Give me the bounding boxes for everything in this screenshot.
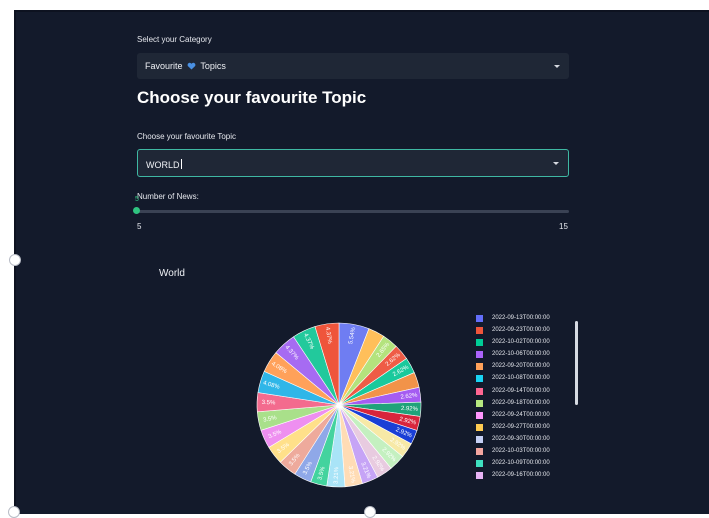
legend-item[interactable]: 2022-09-24T00:00:00: [476, 410, 586, 422]
legend-label: 2022-10-09T00:00:00: [492, 460, 550, 467]
pie-slice-label-7: 2.92%: [401, 406, 419, 413]
chart-legend: 2022-09-13T00:00:00 2022-09-23T00:00:00 20…: [476, 313, 586, 482]
legend-label: 2022-09-16T00:00:00: [492, 472, 550, 479]
legend-swatch: [476, 460, 483, 468]
legend-swatch: [476, 339, 483, 347]
legend-swatch: [476, 423, 483, 431]
legend-item[interactable]: 2022-10-03T00:00:00: [476, 446, 586, 458]
legend-swatch: [476, 411, 483, 419]
legend-item[interactable]: 2022-09-27T00:00:00: [476, 422, 586, 434]
legend-label: 2022-09-20T00:00:00: [492, 363, 550, 370]
legend-swatch: [476, 472, 483, 480]
legend-item[interactable]: 2022-09-16T00:00:00: [476, 470, 586, 482]
legend-label: 2022-10-06T00:00:00: [492, 351, 550, 358]
legend-label: 2022-09-27T00:00:00: [492, 423, 550, 430]
legend-item[interactable]: 2022-09-13T00:00:00: [476, 313, 586, 325]
legend-label: 2022-10-03T00:00:00: [492, 448, 550, 455]
pie-chart: 5.54%2.65%2.62%2.62%2.62%2.92%2.92%2.92%…: [256, 322, 422, 488]
legend-swatch: [476, 435, 483, 443]
legend-swatch: [476, 387, 483, 395]
legend-swatch: [476, 399, 483, 407]
legend-item[interactable]: 2022-09-20T00:00:00: [476, 361, 586, 373]
legend-label: 2022-09-24T00:00:00: [492, 411, 550, 418]
legend-item[interactable]: 2022-09-14T00:00:00: [476, 386, 586, 398]
legend-item[interactable]: 2022-10-06T00:00:00: [476, 349, 586, 361]
legend-label: 2022-09-30T00:00:00: [492, 435, 550, 442]
legend-item[interactable]: 2022-09-18T00:00:00: [476, 398, 586, 410]
legend-swatch: [476, 375, 483, 383]
legend-label: 2022-09-13T00:00:00: [492, 315, 550, 321]
legend-swatch: [476, 315, 483, 322]
legend-item[interactable]: 2022-10-09T00:00:00: [476, 458, 586, 470]
legend-swatch: [476, 351, 483, 359]
legend-item[interactable]: 2022-10-08T00:00:00: [476, 373, 586, 385]
legend-label: 2022-10-08T00:00:00: [492, 375, 550, 382]
legend-item[interactable]: 2022-09-30T00:00:00: [476, 434, 586, 446]
legend-label: 2022-10-02T00:00:00: [492, 339, 550, 346]
legend-swatch: [476, 327, 483, 335]
pie-slice-label-15: 3.21%: [334, 466, 341, 484]
legend-swatch: [476, 448, 483, 456]
legend-label: 2022-09-18T00:00:00: [492, 399, 550, 406]
legend-swatch: [476, 363, 483, 371]
legend-scrollbar[interactable]: [575, 321, 578, 405]
legend-label: 2022-09-23T00:00:00: [492, 327, 550, 334]
legend-item[interactable]: 2022-10-02T00:00:00: [476, 337, 586, 349]
pie-slice-label-22: 3.5%: [262, 400, 277, 406]
legend-label: 2022-09-14T00:00:00: [492, 387, 550, 394]
legend-item[interactable]: 2022-09-23T00:00:00: [476, 325, 586, 337]
